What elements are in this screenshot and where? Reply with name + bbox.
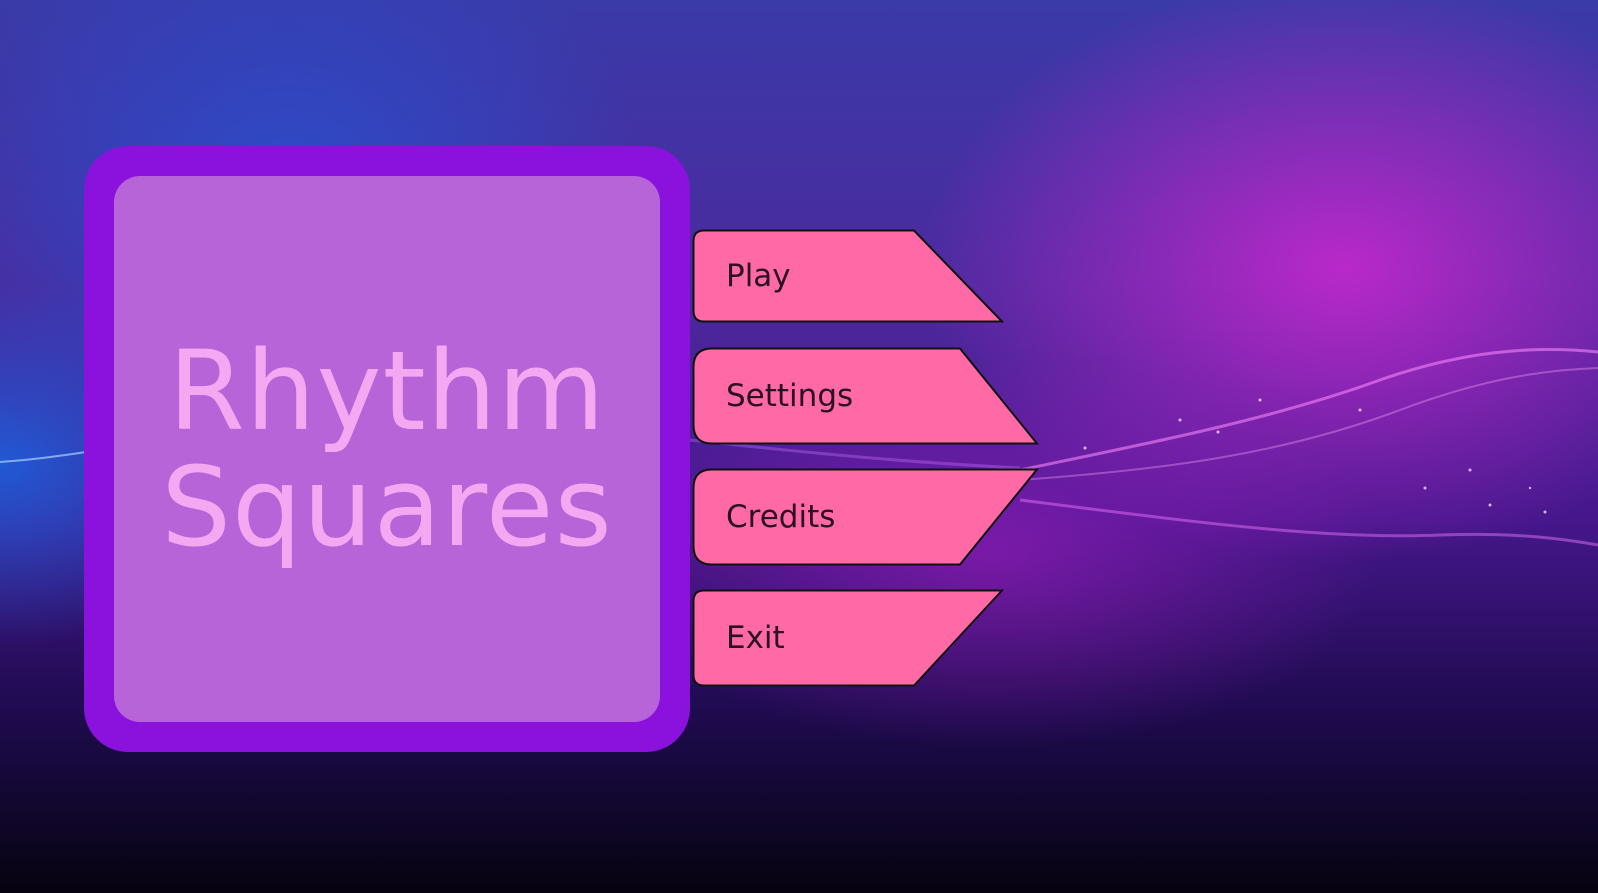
title-card-inner: Rhythm Squares [114, 176, 660, 722]
play-button-label: Play [726, 258, 791, 294]
exit-button[interactable]: Exit [692, 589, 1005, 687]
title-card: Rhythm Squares [84, 146, 690, 752]
credits-button[interactable]: Credits [692, 468, 1040, 566]
settings-button-label: Settings [726, 378, 854, 414]
main-menu-screen: Rhythm Squares Play Settings Credits Exi… [0, 0, 1598, 893]
play-button[interactable]: Play [692, 229, 1005, 323]
exit-button-label: Exit [726, 620, 785, 656]
credits-button-label: Credits [726, 499, 836, 535]
settings-button[interactable]: Settings [692, 347, 1040, 445]
game-title-line-2: Squares [161, 443, 613, 571]
game-title-line-1: Rhythm [168, 327, 606, 455]
